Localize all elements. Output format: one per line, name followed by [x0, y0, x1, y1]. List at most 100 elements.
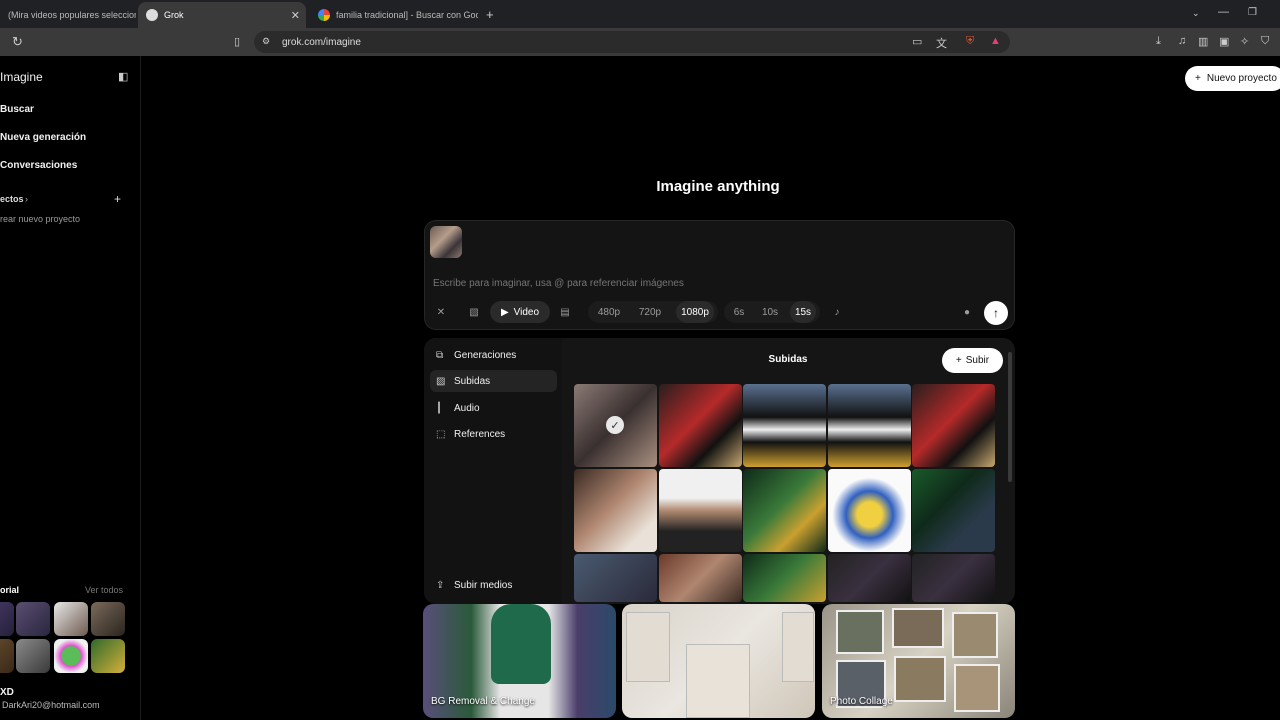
media-thumbnail[interactable]	[574, 554, 657, 602]
new-tab-icon[interactable]: +	[486, 7, 494, 22]
resolution-720p[interactable]: 720p	[633, 301, 667, 323]
checkmark-icon: ✓	[606, 416, 624, 434]
template-card-photo-collage[interactable]: Photo Collage	[822, 604, 1015, 718]
add-project-icon[interactable]: +	[114, 192, 121, 206]
template-card-bg-removal[interactable]: BG Removal & Change	[423, 604, 616, 718]
media-thumbnail-selected[interactable]: ✓	[574, 384, 657, 467]
history-thumbnail[interactable]	[91, 602, 125, 636]
cast-icon[interactable]: ▭	[912, 35, 922, 48]
vpn-icon[interactable]: ⛉	[1261, 35, 1269, 48]
url-text: grok.com/imagine	[282, 36, 361, 48]
nav-references[interactable]: ⬚ References	[430, 423, 557, 445]
history-thumbnail[interactable]	[16, 602, 50, 636]
history-thumbnail[interactable]	[0, 602, 14, 636]
minimize-icon[interactable]: —	[1218, 6, 1229, 18]
plus-icon: +	[955, 355, 962, 366]
close-tab-icon[interactable]: ✕	[291, 9, 300, 22]
sidebar-toggle-icon[interactable]: ▥	[1198, 35, 1208, 48]
template-preview-photo	[952, 612, 998, 658]
user-name[interactable]: XD	[0, 687, 14, 698]
media-scrollbar[interactable]	[1008, 352, 1012, 482]
resolution-1080p[interactable]: 1080p	[676, 301, 714, 323]
media-thumbnail[interactable]	[828, 554, 911, 602]
history-thumbnail[interactable]	[16, 639, 50, 673]
projects-label[interactable]: ectos	[0, 194, 24, 204]
template-card-product[interactable]	[622, 604, 815, 718]
grok-favicon-icon	[146, 9, 158, 21]
sidebar-item-new-generation[interactable]: Nueva generación	[0, 132, 86, 143]
history-thumbnail[interactable]	[91, 639, 125, 673]
history-thumbnail[interactable]	[54, 602, 88, 636]
brave-rewards-icon[interactable]: ▲	[990, 35, 1001, 47]
resolution-480p[interactable]: 480p	[592, 301, 626, 323]
media-thumbnail[interactable]	[912, 554, 995, 602]
media-thumbnail[interactable]	[659, 554, 742, 602]
upload-label: Subir	[965, 355, 990, 366]
duration-10s[interactable]: 10s	[758, 301, 782, 323]
media-thumbnail[interactable]	[743, 469, 826, 552]
audio-icon: ┃	[436, 402, 443, 414]
media-thumbnail[interactable]	[743, 384, 826, 467]
media-thumbnail[interactable]	[574, 469, 657, 552]
upload-button[interactable]: + Subir	[942, 348, 1003, 373]
media-thumbnail[interactable]	[743, 554, 826, 602]
media-thumbnail[interactable]	[828, 469, 911, 552]
sidebar-item-conversations[interactable]: Conversaciones	[0, 160, 77, 171]
media-thumbnail[interactable]	[912, 384, 995, 467]
history-label: orial	[0, 585, 20, 595]
microphone-icon[interactable]: ●	[958, 301, 976, 323]
collapse-sidebar-icon[interactable]: ◧	[118, 70, 128, 83]
google-favicon-icon	[318, 9, 330, 21]
upload-media-button[interactable]: ⇪ Subir medios	[430, 574, 557, 596]
tab-grok[interactable]: Grok ✕	[138, 2, 306, 28]
nav-label: Subidas	[454, 375, 491, 387]
duration-6s[interactable]: 6s	[728, 301, 750, 323]
nav-generations[interactable]: ⧉ Generaciones	[430, 344, 557, 366]
duration-15s[interactable]: 15s	[790, 301, 816, 323]
bookmark-icon[interactable]: ▯	[234, 35, 240, 48]
translate-icon[interactable]: 文	[936, 35, 947, 51]
attached-image-thumbnail[interactable]	[430, 226, 462, 258]
image-mode-icon[interactable]: ▧	[463, 301, 485, 323]
leo-ai-icon[interactable]: ✧	[1240, 35, 1249, 48]
send-button[interactable]: ↑	[984, 301, 1008, 325]
reload-icon[interactable]: ↻	[12, 34, 23, 50]
wallet-icon[interactable]: ▣	[1219, 35, 1229, 48]
tab-youtube[interactable]: (Mira videos populares selecciona	[0, 2, 136, 28]
chevron-down-icon[interactable]: ⌄	[1192, 8, 1200, 19]
restore-icon[interactable]: ❐	[1248, 7, 1257, 18]
site-settings-icon[interactable]: ⚙	[262, 36, 270, 47]
upload-icon: ⇪	[436, 579, 445, 591]
panel-title: Subidas	[768, 354, 808, 365]
prompt-input[interactable]	[433, 276, 973, 290]
media-thumbnail[interactable]	[659, 469, 742, 552]
template-preview-product	[626, 612, 670, 682]
view-all-link[interactable]: Ver todos	[85, 585, 123, 595]
new-project-button[interactable]: + Nuevo proyecto	[1185, 66, 1280, 91]
template-label: BG Removal & Change	[431, 696, 535, 707]
storyboard-icon[interactable]: ▤	[555, 301, 575, 323]
clear-icon[interactable]: ✕	[432, 301, 450, 323]
history-thumbnail[interactable]	[0, 639, 14, 673]
history-thumbnail[interactable]	[54, 639, 88, 673]
media-thumbnail[interactable]	[912, 469, 995, 552]
media-thumbnail[interactable]	[828, 384, 911, 467]
sidebar: Imagine ◧ Buscar Nueva generación Conver…	[0, 56, 141, 720]
nav-uploads[interactable]: ▨ Subidas	[430, 370, 557, 392]
generations-icon: ⧉	[436, 349, 444, 361]
nav-audio[interactable]: ┃ Audio	[430, 397, 557, 419]
sound-icon[interactable]: ♪	[826, 301, 848, 323]
create-project-link[interactable]: rear nuevo proyecto	[0, 214, 80, 224]
tab-title: familia tradicional] - Buscar con Goo	[336, 10, 478, 20]
media-thumbnail[interactable]	[659, 384, 742, 467]
address-bar[interactable]: ⚙ grok.com/imagine ▭ 文 ⛨ ▲	[254, 31, 1010, 53]
brave-shield-icon[interactable]: ⛨	[966, 35, 974, 48]
references-icon: ⬚	[436, 428, 446, 440]
tab-google-search[interactable]: familia tradicional] - Buscar con Goo	[310, 2, 478, 28]
sidebar-item-search[interactable]: Buscar	[0, 104, 34, 115]
tab-title: Grok	[164, 10, 184, 20]
media-icon[interactable]: ♫	[1178, 35, 1186, 47]
download-icon[interactable]: ⤓	[1156, 35, 1161, 48]
video-mode-button[interactable]: ▶ Video	[490, 301, 550, 323]
browser-tab-bar: (Mira videos populares selecciona Grok ✕…	[0, 0, 1280, 28]
